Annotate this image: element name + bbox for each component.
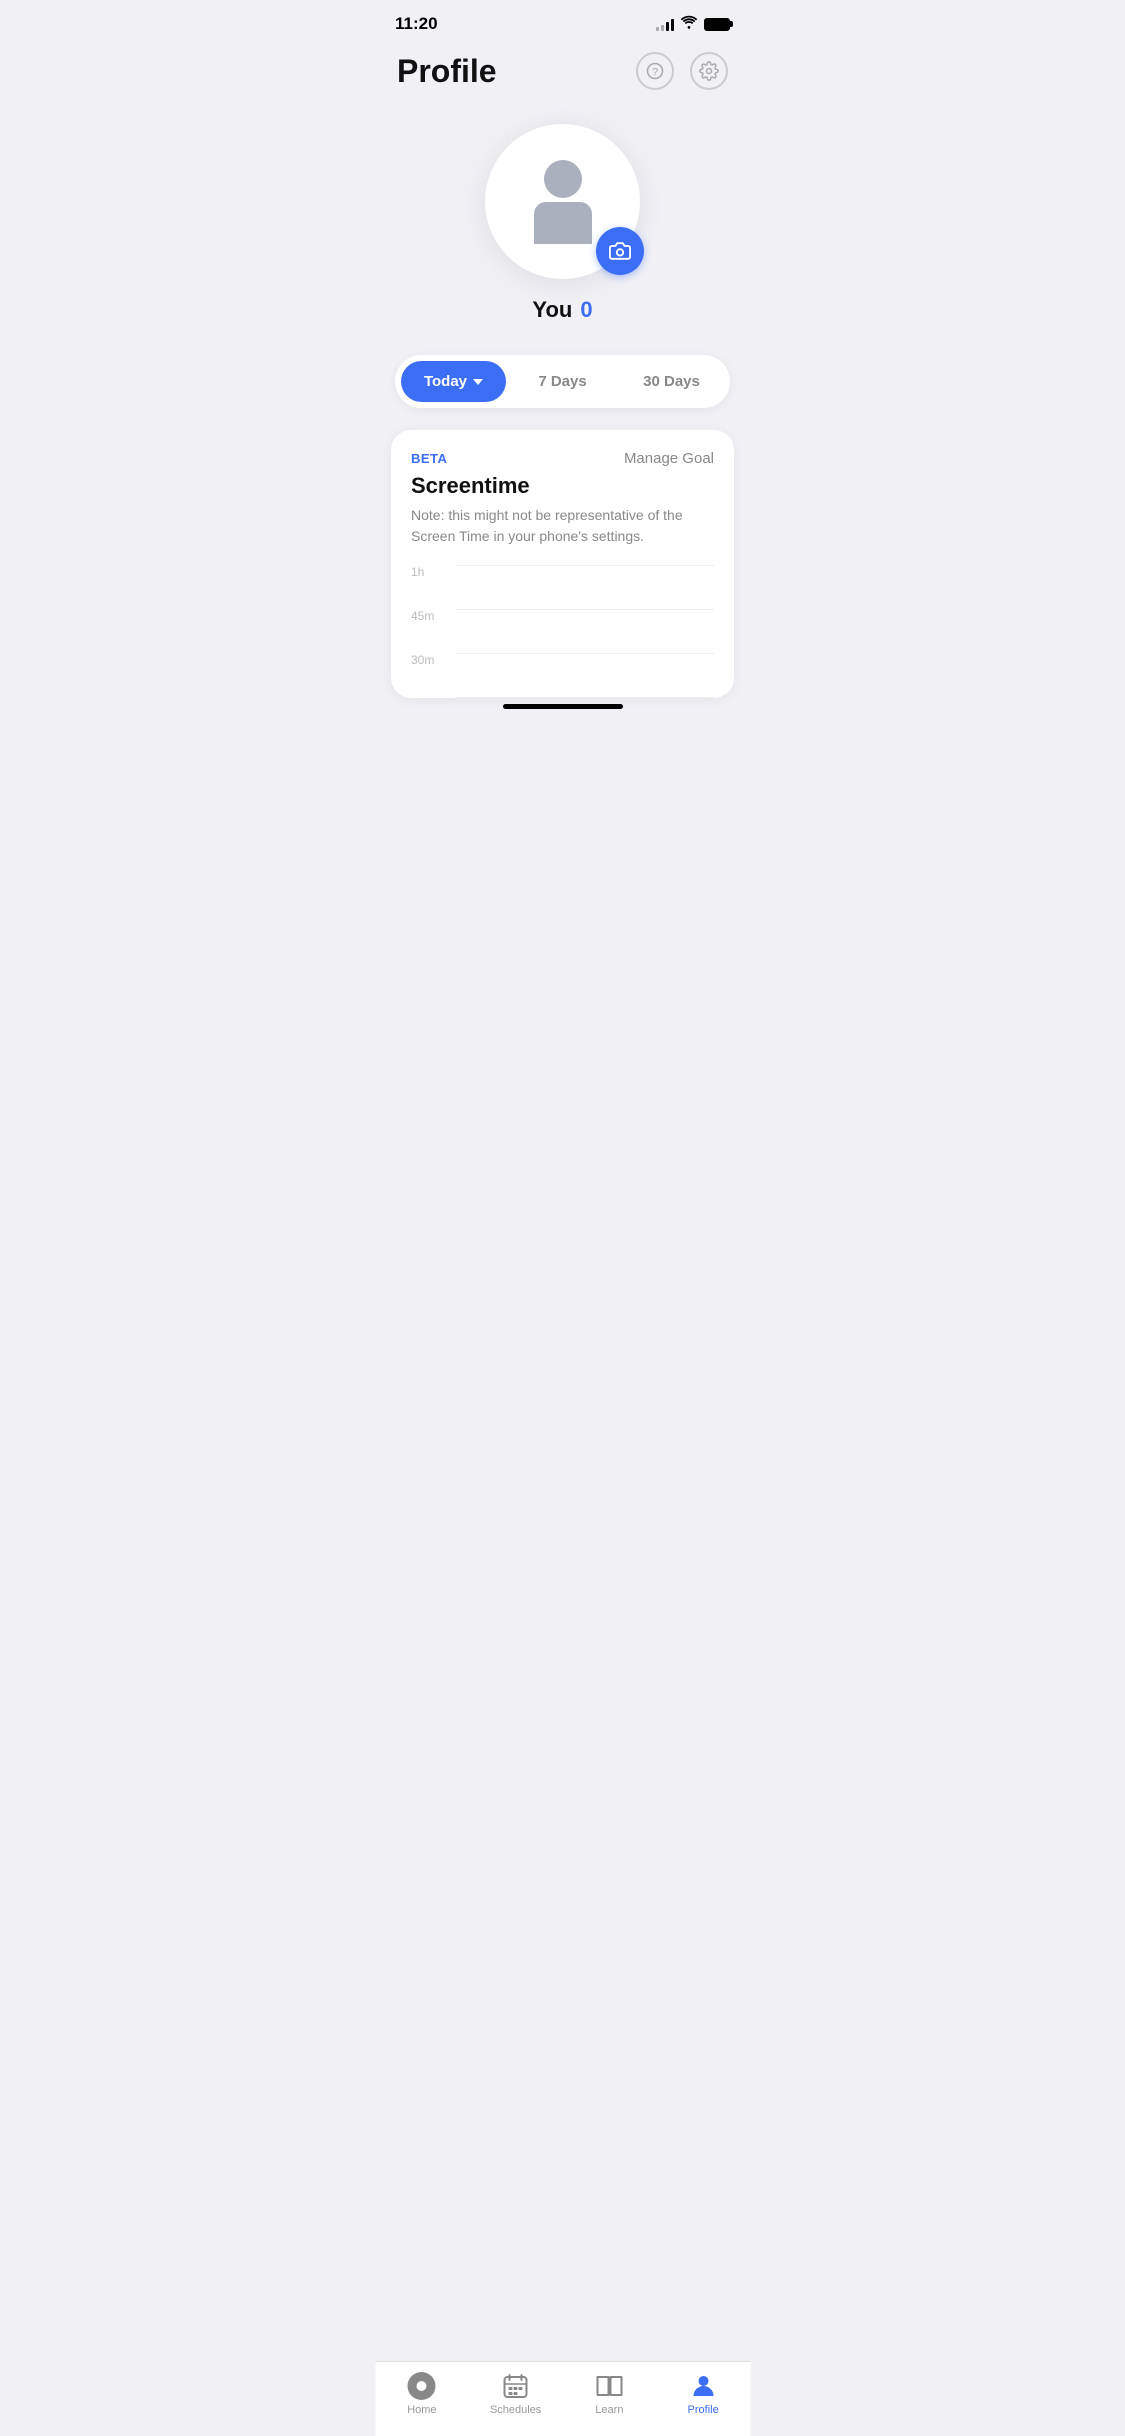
nav-label-home: Home <box>407 2404 436 2416</box>
y-label-15m: 15m <box>411 697 434 698</box>
signal-icon <box>656 17 674 31</box>
chart-y-labels: 1h 45m 30m 15m <box>411 565 434 698</box>
nav-item-schedules[interactable]: Schedules <box>486 2372 546 2416</box>
y-label-1h: 1h <box>411 565 434 609</box>
camera-button[interactable] <box>596 227 644 275</box>
y-label-45m: 45m <box>411 609 434 653</box>
header-icons: ? <box>636 52 728 90</box>
chevron-down-icon <box>473 379 483 385</box>
camera-icon <box>609 241 631 261</box>
status-icons <box>656 15 730 34</box>
battery-icon <box>704 18 730 31</box>
avatar-person <box>534 160 592 244</box>
learn-icon <box>595 2372 623 2400</box>
user-name-row: You 0 <box>532 297 592 323</box>
beta-badge: BETA <box>411 451 447 466</box>
wifi-icon <box>680 15 698 34</box>
avatar-wrapper <box>485 124 640 279</box>
status-bar: 11:20 <box>375 0 750 42</box>
avatar-body <box>534 202 592 244</box>
nav-label-learn: Learn <box>595 2404 623 2416</box>
user-name: You <box>532 297 572 323</box>
grid-line-1h <box>455 565 714 609</box>
nav-item-profile[interactable]: Profile <box>673 2372 733 2416</box>
help-icon: ? <box>646 62 664 80</box>
avatar-section: You 0 <box>375 104 750 333</box>
home-indicator <box>503 704 623 709</box>
chart-area: 1h 45m 30m 15m <box>411 565 714 698</box>
help-button[interactable]: ? <box>636 52 674 90</box>
settings-icon <box>699 61 719 81</box>
avatar-head <box>544 160 582 198</box>
bottom-nav: Home Schedules <box>375 2362 750 2436</box>
grid-line-45m <box>455 609 714 653</box>
period-30days-button[interactable]: 30 Days <box>619 361 724 402</box>
status-time: 11:20 <box>395 14 438 34</box>
user-score: 0 <box>580 297 592 323</box>
header: Profile ? <box>375 42 750 104</box>
grid-line-15m <box>455 697 714 698</box>
nav-item-home[interactable]: Home <box>392 2372 452 2416</box>
period-selector: Today 7 Days 30 Days <box>395 355 730 408</box>
card-top-row: BETA Manage Goal <box>411 450 714 467</box>
nav-label-schedules: Schedules <box>490 2404 541 2416</box>
nav-label-profile: Profile <box>688 2404 719 2416</box>
y-label-30m: 30m <box>411 653 434 697</box>
page-title: Profile <box>397 53 497 90</box>
home-icon <box>408 2372 436 2400</box>
screentime-title: Screentime <box>411 473 714 499</box>
schedules-icon <box>502 2372 530 2400</box>
nav-item-learn[interactable]: Learn <box>579 2372 639 2416</box>
screentime-note: Note: this might not be representative o… <box>411 505 714 547</box>
svg-text:?: ? <box>652 67 658 79</box>
period-today-button[interactable]: Today <box>401 361 506 402</box>
manage-goal-button[interactable]: Manage Goal <box>624 450 714 467</box>
period-7days-button[interactable]: 7 Days <box>510 361 615 402</box>
profile-icon <box>689 2372 717 2400</box>
chart-grid <box>455 565 714 698</box>
screentime-card: BETA Manage Goal Screentime Note: this m… <box>391 430 734 698</box>
settings-button[interactable] <box>690 52 728 90</box>
grid-line-30m <box>455 653 714 697</box>
